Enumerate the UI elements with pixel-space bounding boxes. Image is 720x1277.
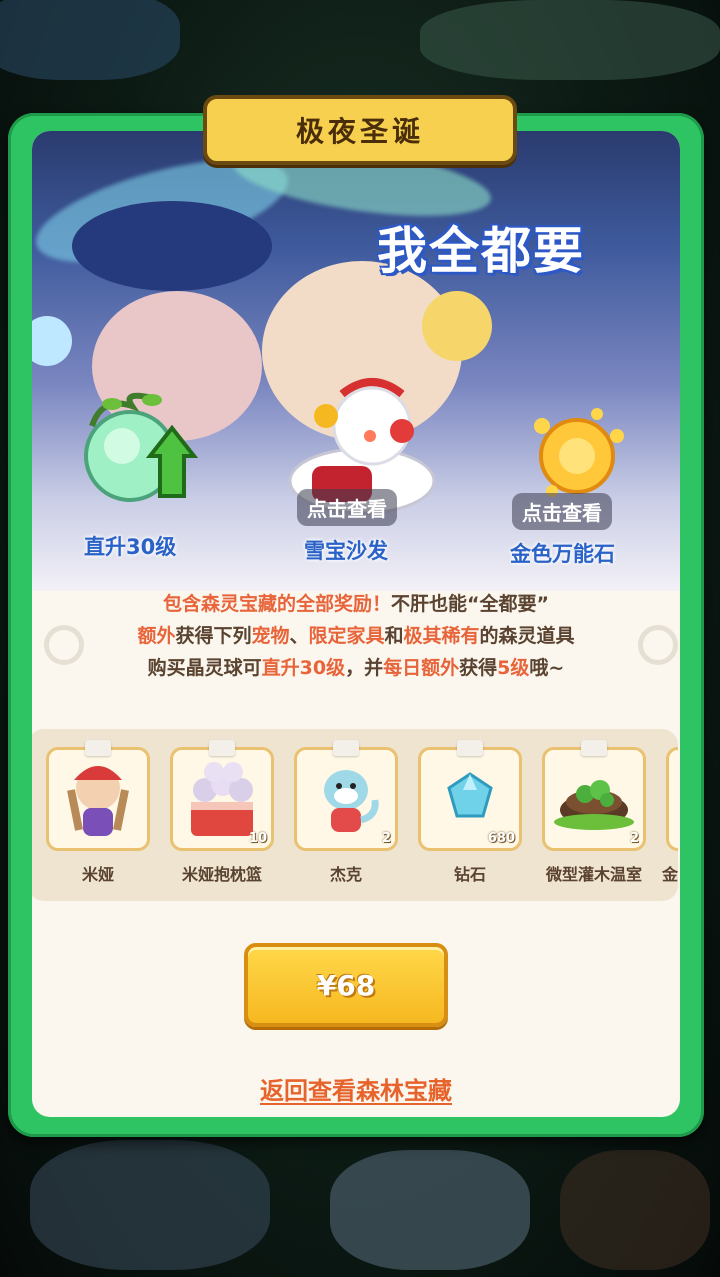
item-card[interactable]: 2 [294,740,398,851]
banner-headline: 我全都要 [377,222,585,280]
description-line-1: 包含森灵宝藏的全部奖励！不肝也能“全都要” [163,593,549,615]
item-list[interactable]: 米娅 10 米娅抱枕篮 2 杰克 680 钻石 2 微型灌木温室 金 [32,729,678,901]
buy-button-label: ¥68 [316,968,376,1002]
mia-pet-icon [67,766,129,836]
item-name: 金 [661,865,678,884]
view-tag[interactable]: 点击查看 [512,493,612,530]
item-name: 杰克 [329,865,362,884]
item-card[interactable] [46,740,150,851]
item-name: 米娅抱枕篮 [181,865,262,884]
gift-panel: 我全都要 直升30级 点击查看 雪宝沙发 点击查看 金色万能石 包含森灵宝藏的全… [8,113,704,1137]
reward-label: 金色万能石 [510,542,615,566]
reward-label: 雪宝沙发 [304,539,388,563]
item-card[interactable]: 2 [542,740,646,851]
shrub-greenhouse-icon [554,780,634,830]
item-name: 米娅 [81,865,114,884]
title-tab: 极夜圣诞 [203,95,517,165]
item-card[interactable] [666,747,678,851]
item-card[interactable]: 10 [170,740,274,851]
item-card[interactable]: 680 [418,740,522,851]
view-tag[interactable]: 点击查看 [297,489,397,526]
crystal-ball-level-up-icon [84,392,199,502]
buy-button[interactable]: ¥68 [244,943,448,1027]
golden-stone-icon [534,408,624,497]
back-to-forest-treasure-link[interactable]: 返回查看森林宝藏 [32,1071,680,1106]
description-line-2: 额外获得下列宠物、限定家具和极其稀有的森灵道具 [137,625,575,647]
gold-item-icon [669,750,678,848]
item-name: 钻石 [453,865,486,884]
promo-banner: 我全都要 直升30级 点击查看 雪宝沙发 点击查看 金色万能石 [32,131,680,591]
jack-pet-icon [324,770,379,832]
panel-content: 我全都要 直升30级 点击查看 雪宝沙发 点击查看 金色万能石 包含森灵宝藏的全… [32,131,680,1117]
page-title: 极夜圣诞 [295,115,424,148]
description-line-3: 购买晶灵球可直升30级，并每日额外获得5级哦~ [147,657,565,679]
reward-label: 直升30级 [84,535,177,559]
